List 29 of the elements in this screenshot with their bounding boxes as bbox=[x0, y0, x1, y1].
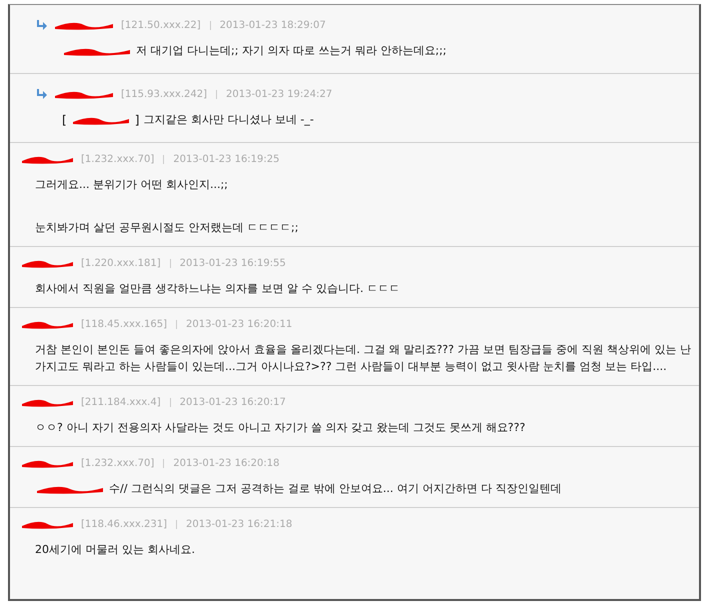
ip-address: [211.184.xxx.4] bbox=[81, 396, 161, 408]
timestamp: 2013-01-23 16:20:11 bbox=[186, 318, 292, 330]
reply-arrow-icon bbox=[35, 20, 47, 30]
comment-text: 저 대기업 다니는데;; 자기 의자 따로 쓰는거 뭐라 안하는데요;;; bbox=[136, 43, 447, 59]
comment-text: ㅇㅇ? 아니 자기 전용의자 사달라는 것도 아니고 자기가 쓸 의자 갖고 왔는데 그것도 못쓰게 해요??? bbox=[35, 420, 526, 436]
ip-address: [1.220.xxx.181] bbox=[81, 258, 161, 268]
timestamp: 2013-01-23 16:20:18 bbox=[173, 458, 280, 468]
timestamp: 2013-01-23 16:21:18 bbox=[186, 518, 292, 530]
ip-address: [118.46.xxx.231] bbox=[81, 518, 167, 530]
timestamp: 2013-01-23 16:20:17 bbox=[180, 396, 286, 408]
ip-address: [121.50.xxx.22] bbox=[121, 20, 201, 30]
timestamp: 2013-01-23 18:29:07 bbox=[220, 20, 326, 30]
comment-text: 20세기에 머물러 있는 회사네요. bbox=[35, 542, 195, 558]
timestamp: 2013-01-23 16:19:25 bbox=[173, 154, 280, 164]
timestamp: 2013-01-23 16:19:55 bbox=[180, 258, 286, 268]
comment-text: 회사에서 직원을 얼만큼 생각하느냐는 의자를 보면 알 수 있습니다. ㄷㄷㄷ bbox=[35, 281, 400, 297]
comment-text: 그러게요... 분위기가 어떤 회사인지...;; bbox=[35, 177, 228, 193]
comment-text: 거참 본인이 본인돈 들여 좋은의자에 앉아서 효율을 올리겠다는데. 그걸 왜 말리죠??? 가끔 보면 팀장급들 중에 직원 책상위에 있는 난가지고도 뭐라고 하는 사람들이 있는데...그거 아시나요?>?? 그런 사람들이 대부분 능력이 없고 윗사람 눈치를 엄청 보는 타입.... bbox=[35, 342, 692, 375]
ip-address: [118.45.xxx.165] bbox=[81, 318, 167, 330]
timestamp: 2013-01-23 19:24:27 bbox=[226, 88, 332, 100]
reply-arrow-icon bbox=[35, 88, 47, 100]
ip-address: [1.232.xxx.70] bbox=[81, 458, 154, 468]
ip-address: [115.93.xxx.242] bbox=[121, 88, 207, 100]
mention-bracket: ] bbox=[134, 112, 140, 126]
comment-text: 수// 그런식의 댓글은 그저 공격하는 걸로 밖에 안보여요... 여기 어지간하면 다 직장인일텐데 bbox=[109, 481, 562, 497]
ip-address: [1.232.xxx.70] bbox=[81, 154, 154, 164]
comment-text: 그지같은 회사만 다니셨나 보네 -_- bbox=[143, 112, 314, 128]
mention-bracket: [ bbox=[62, 112, 67, 126]
comment-text: 눈치봐가며 살던 공무원시절도 안저랬는데 ㄷㄷㄷㄷ;; bbox=[35, 220, 298, 236]
